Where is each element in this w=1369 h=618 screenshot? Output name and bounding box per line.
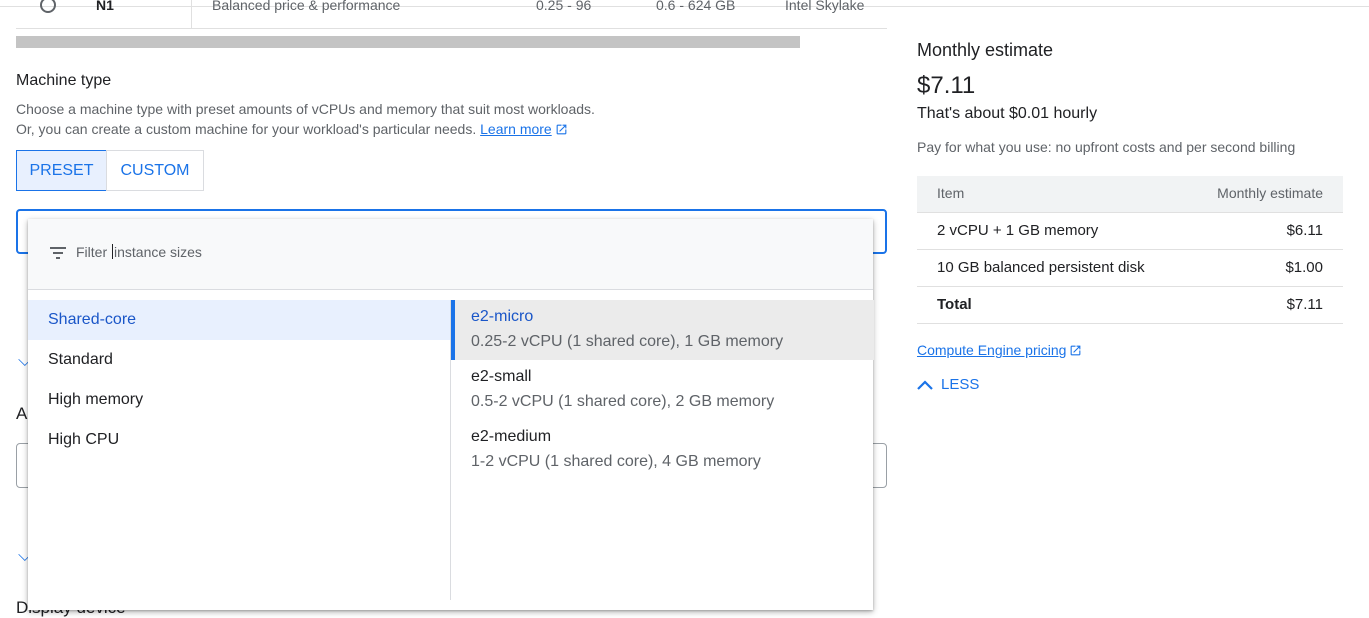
row-cost: $1.00 [1285, 259, 1323, 276]
row-item: 10 GB balanced persistent disk [937, 259, 1145, 276]
filter-placeholder-end: instance sizes [114, 244, 202, 260]
option-name: e2-micro [471, 308, 534, 325]
category-high-memory[interactable]: High memory [28, 380, 451, 420]
estimate-title: Monthly estimate [917, 40, 1054, 60]
category-standard[interactable]: Standard [28, 340, 451, 380]
learn-more-link[interactable]: Learn more [480, 121, 552, 137]
option-e2-micro[interactable]: e2-micro 0.25-2 vCPU (1 shared core), 1 … [451, 300, 874, 360]
option-description: 0.5-2 vCPU (1 shared core), 2 GB memory [471, 393, 775, 410]
filter-icon [50, 247, 66, 259]
series-name: N1 [96, 0, 114, 13]
radio-button[interactable] [40, 0, 56, 13]
table-row-total: Total $7.11 [917, 287, 1343, 324]
option-description: 1-2 vCPU (1 shared core), 4 GB memory [471, 453, 761, 470]
option-e2-small[interactable]: e2-small 0.5-2 vCPU (1 shared core), 2 G… [451, 360, 874, 420]
pricing-link[interactable]: Compute Engine pricing [917, 342, 1082, 358]
row-cost: $6.11 [1286, 222, 1323, 239]
machine-type-description-2: Or, you can create a custom machine for … [16, 121, 568, 137]
series-vcpus: 0.25 - 96 [536, 0, 592, 13]
less-button[interactable]: LESS [917, 376, 979, 393]
series-memory: 0.6 - 624 GB [656, 0, 736, 13]
machine-type-dropdown: Filter instance sizes Shared-core Standa… [28, 219, 874, 610]
series-row-n1[interactable]: N1 Balanced price & performance 0.25 - 9… [16, 0, 887, 29]
machine-type-description: Choose a machine type with preset amount… [16, 101, 595, 117]
custom-machine-text: Or, you can create a custom machine for … [16, 121, 477, 137]
category-shared-core[interactable]: Shared-core [28, 300, 451, 340]
billing-note: Pay for what you use: no upfront costs a… [917, 139, 1296, 155]
filter-bar[interactable]: Filter instance sizes [28, 219, 873, 290]
header-estimate: Monthly estimate [1217, 185, 1323, 201]
horizontal-scrollbar[interactable] [16, 36, 800, 48]
custom-toggle-button[interactable]: CUSTOM [106, 150, 204, 191]
preset-toggle-button[interactable]: PRESET [16, 150, 107, 191]
header-item: Item [937, 185, 965, 201]
table-row: 10 GB balanced persistent disk $1.00 [917, 250, 1343, 287]
estimate-price: $7.11 [917, 72, 976, 99]
external-link-icon [556, 124, 567, 135]
filter-input[interactable]: Filter instance sizes [76, 244, 202, 260]
option-name: e2-small [471, 368, 532, 385]
column-divider [191, 0, 192, 28]
category-list: Shared-core Standard High memory High CP… [28, 300, 451, 600]
chevron-up-icon [917, 379, 933, 390]
series-description: Balanced price & performance [212, 0, 401, 13]
row-cost: $7.11 [1286, 296, 1323, 313]
row-item: Total [937, 296, 972, 313]
text-caret [112, 244, 113, 259]
estimate-table: Item Monthly estimate 2 vCPU + 1 GB memo… [917, 176, 1343, 324]
partial-section-heading: A [16, 404, 28, 423]
category-high-cpu[interactable]: High CPU [28, 420, 451, 460]
series-platform: Intel Skylake [785, 0, 865, 13]
table-row: 2 vCPU + 1 GB memory $6.11 [917, 213, 1343, 250]
option-e2-medium[interactable]: e2-medium 1-2 vCPU (1 shared core), 4 GB… [451, 420, 874, 480]
row-item: 2 vCPU + 1 GB memory [937, 222, 1099, 239]
estimate-hourly: That's about $0.01 hourly [917, 105, 1098, 122]
pricing-link-label: Compute Engine pricing [917, 342, 1067, 358]
machine-type-title: Machine type [16, 72, 112, 89]
option-list: e2-micro 0.25-2 vCPU (1 shared core), 1 … [450, 300, 874, 600]
less-label: LESS [941, 376, 980, 393]
option-description: 0.25-2 vCPU (1 shared core), 1 GB memory [471, 333, 784, 350]
table-header: Item Monthly estimate [917, 176, 1343, 213]
external-link-icon [1071, 345, 1081, 356]
option-name: e2-medium [471, 428, 552, 445]
filter-placeholder-start: Filter [76, 244, 111, 260]
